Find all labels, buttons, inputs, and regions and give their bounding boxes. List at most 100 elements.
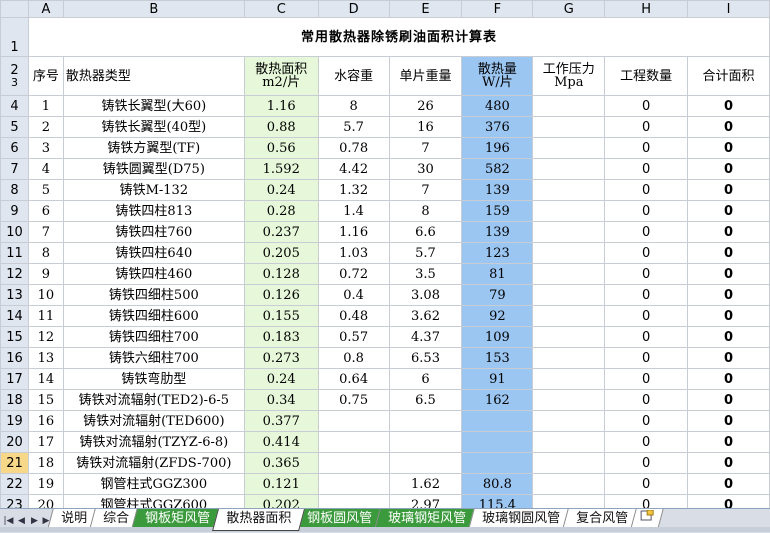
header-total[interactable]: 合计面积 <box>687 56 770 96</box>
cell-total[interactable]: 0 <box>687 242 770 264</box>
cell-water[interactable]: 0.8 <box>317 347 390 369</box>
cell-area[interactable]: 0.126 <box>243 284 319 306</box>
row-header[interactable]: 6 <box>0 137 29 159</box>
cell-qty[interactable]: 0 <box>604 452 689 474</box>
cell-seq[interactable]: 13 <box>27 347 64 369</box>
cell-pressure[interactable] <box>532 179 606 201</box>
sheet-tab[interactable]: 钢板圆风管 <box>293 509 386 529</box>
row-header[interactable]: 21 <box>0 452 29 474</box>
column-header-f[interactable]: F <box>461 0 534 18</box>
cell-total[interactable]: 0 <box>687 494 770 508</box>
cell-name[interactable]: 铸铁对流辐射(TZYZ-6-8) <box>62 431 245 453</box>
cell-seq[interactable]: 3 <box>27 137 64 159</box>
cell-weight[interactable]: 6.5 <box>388 389 463 411</box>
cell-weight[interactable] <box>388 431 463 453</box>
sheet-tab[interactable]: 钢板矩风管 <box>131 509 224 529</box>
cell-heat[interactable] <box>461 410 534 432</box>
cell-name[interactable]: 铸铁圆翼型(D75) <box>62 158 245 180</box>
cell-area[interactable]: 0.88 <box>243 116 319 138</box>
cell-total[interactable]: 0 <box>687 200 770 222</box>
row-header[interactable]: 22 <box>0 473 29 495</box>
cell-qty[interactable]: 0 <box>604 179 689 201</box>
cell-total[interactable]: 0 <box>687 410 770 432</box>
cell-name[interactable]: 铸铁M-132 <box>62 179 245 201</box>
cell-weight[interactable]: 30 <box>388 158 463 180</box>
select-all-corner[interactable] <box>0 0 29 18</box>
column-header-b[interactable]: B <box>62 0 245 18</box>
first-sheet-icon[interactable]: |◀ <box>3 514 14 528</box>
cell-total[interactable]: 0 <box>687 158 770 180</box>
cell-name[interactable]: 铸铁四柱640 <box>62 242 245 264</box>
column-header-g[interactable]: G <box>532 0 606 18</box>
cell-weight[interactable]: 6.6 <box>388 221 463 243</box>
cell-weight[interactable]: 3.08 <box>388 284 463 306</box>
cell-pressure[interactable] <box>532 452 606 474</box>
row-header-1[interactable]: 1 <box>0 17 29 57</box>
row-header[interactable]: 4 <box>0 95 29 117</box>
cell-heat[interactable]: 159 <box>461 200 534 222</box>
cell-name[interactable]: 铸铁对流辐射(TED2)-6-5 <box>62 389 245 411</box>
cell-water[interactable]: 0.48 <box>317 305 390 327</box>
cell-water[interactable]: 4.42 <box>317 158 390 180</box>
cell-water[interactable]: 0.57 <box>317 326 390 348</box>
cell-total[interactable]: 0 <box>687 305 770 327</box>
cell-weight[interactable]: 16 <box>388 116 463 138</box>
cell-area[interactable]: 0.24 <box>243 368 319 390</box>
cell-seq[interactable]: 20 <box>27 494 64 508</box>
cell-weight[interactable]: 6.53 <box>388 347 463 369</box>
header-pressure[interactable]: 工作压力 Mpa <box>532 56 606 96</box>
cell-weight[interactable]: 1.62 <box>388 473 463 495</box>
cell-total[interactable]: 0 <box>687 179 770 201</box>
cell-qty[interactable]: 0 <box>604 389 689 411</box>
cell-qty[interactable]: 0 <box>604 326 689 348</box>
cell-area[interactable]: 0.128 <box>243 263 319 285</box>
cell-pressure[interactable] <box>532 158 606 180</box>
cell-pressure[interactable] <box>532 263 606 285</box>
cell-area[interactable]: 0.28 <box>243 200 319 222</box>
cell-water[interactable]: 8 <box>317 95 390 117</box>
cell-heat[interactable]: 79 <box>461 284 534 306</box>
cell-name[interactable]: 铸铁四柱460 <box>62 263 245 285</box>
cell-heat[interactable]: 91 <box>461 368 534 390</box>
cell-area[interactable]: 1.16 <box>243 95 319 117</box>
cell-seq[interactable]: 2 <box>27 116 64 138</box>
cell-name[interactable]: 铸铁四细柱600 <box>62 305 245 327</box>
cell-area[interactable]: 0.237 <box>243 221 319 243</box>
cell-pressure[interactable] <box>532 95 606 117</box>
cell-name[interactable]: 铸铁六细柱700 <box>62 347 245 369</box>
cell-seq[interactable]: 19 <box>27 473 64 495</box>
cell-heat[interactable]: 582 <box>461 158 534 180</box>
cell-area[interactable]: 0.414 <box>243 431 319 453</box>
cell-area[interactable]: 0.155 <box>243 305 319 327</box>
cell-pressure[interactable] <box>532 116 606 138</box>
cell-seq[interactable]: 18 <box>27 452 64 474</box>
cell-pressure[interactable] <box>532 368 606 390</box>
cell-weight[interactable]: 6 <box>388 368 463 390</box>
cell-total[interactable]: 0 <box>687 473 770 495</box>
cell-water[interactable]: 0.75 <box>317 389 390 411</box>
cell-heat[interactable]: 162 <box>461 389 534 411</box>
cell-heat[interactable]: 92 <box>461 305 534 327</box>
column-header-e[interactable]: E <box>388 0 463 18</box>
cell-water[interactable]: 0.64 <box>317 368 390 390</box>
row-header[interactable]: 17 <box>0 368 29 390</box>
cell-seq[interactable]: 10 <box>27 284 64 306</box>
row-header[interactable]: 20 <box>0 431 29 453</box>
cell-heat[interactable]: 376 <box>461 116 534 138</box>
sheet-title[interactable]: 常用散热器除锈刷油面积计算表 <box>27 17 770 57</box>
cell-seq[interactable]: 4 <box>27 158 64 180</box>
column-header-a[interactable]: A <box>27 0 64 18</box>
cell-heat[interactable]: 109 <box>461 326 534 348</box>
cell-name[interactable]: 铸铁方翼型(TF) <box>62 137 245 159</box>
cell-water[interactable] <box>317 452 390 474</box>
cell-seq[interactable]: 1 <box>27 95 64 117</box>
cell-weight[interactable]: 4.37 <box>388 326 463 348</box>
cell-seq[interactable]: 14 <box>27 368 64 390</box>
cell-weight[interactable]: 2.97 <box>388 494 463 508</box>
cell-water[interactable]: 5.7 <box>317 116 390 138</box>
cell-water[interactable]: 1.32 <box>317 179 390 201</box>
cell-seq[interactable]: 12 <box>27 326 64 348</box>
header-type[interactable]: 散热器类型 <box>62 56 245 96</box>
cell-weight[interactable]: 8 <box>388 200 463 222</box>
cell-qty[interactable]: 0 <box>604 158 689 180</box>
